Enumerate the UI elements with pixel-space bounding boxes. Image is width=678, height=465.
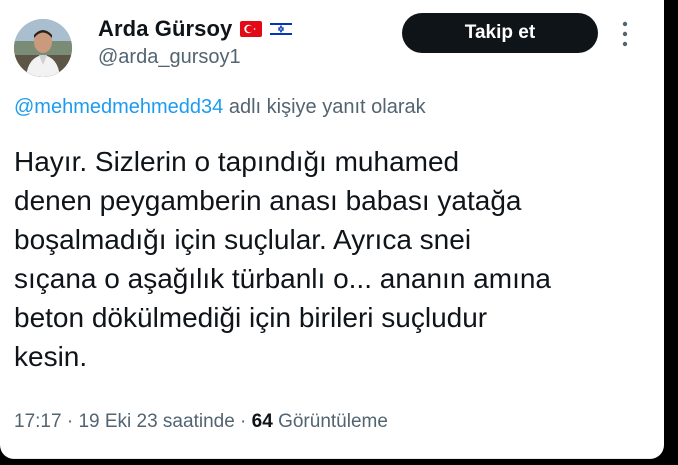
reply-context-label: adlı kişiye yanıt olarak: [223, 96, 426, 118]
author-handle[interactable]: @arda_gursoy1: [98, 46, 241, 69]
tweet-meta: 17:17 · 19 Eki 23 saatinde · 64 Görüntül…: [14, 411, 388, 433]
turkey-flag-icon: [240, 21, 263, 37]
reply-mention-link[interactable]: @mehmedmehmedd34: [14, 96, 223, 118]
reply-context: @mehmedmehmedd34 adlı kişiye yanıt olara…: [14, 96, 426, 119]
tweet-date[interactable]: 19 Eki 23 saatinde: [78, 411, 234, 432]
tweet-time[interactable]: 17:17: [14, 411, 62, 432]
tweet-text: Hayır. Sizlerin o tapındığı muhamed dene…: [14, 142, 654, 376]
tweet-text-line: beton dökülmediği için birileri suçludur: [14, 302, 488, 333]
tweet-text-line: boşalmadığı için suçlular. Ayrıca snei: [14, 224, 472, 255]
more-dots-vertical-icon[interactable]: [618, 18, 632, 50]
meta-separator: ·: [61, 411, 79, 432]
avatar-photo-icon: [14, 19, 72, 77]
tweet-card: Arda Gürsoy @arda_gursoy1 Takip et @mehm…: [0, 0, 664, 459]
avatar[interactable]: [14, 19, 72, 77]
views-count: 64: [251, 411, 273, 432]
tweet-text-line: sıçana o aşağılık türbanlı o... ananın a…: [14, 263, 552, 294]
divider: [0, 458, 664, 459]
meta-separator: ·: [234, 411, 252, 432]
tweet-text-line: Hayır. Sizlerin o tapındığı muhamed: [14, 146, 460, 177]
views-label: Görüntüleme: [272, 411, 388, 432]
author-display-name[interactable]: Arda Gürsoy: [98, 16, 232, 42]
follow-button[interactable]: Takip et: [402, 13, 598, 53]
tweet-text-line: kesin.: [14, 341, 88, 372]
tweet-text-line: denen peygamberin anası babası yatağa: [14, 185, 522, 216]
author-name-row: Arda Gürsoy: [98, 14, 293, 44]
israel-flag-icon: [270, 21, 293, 37]
